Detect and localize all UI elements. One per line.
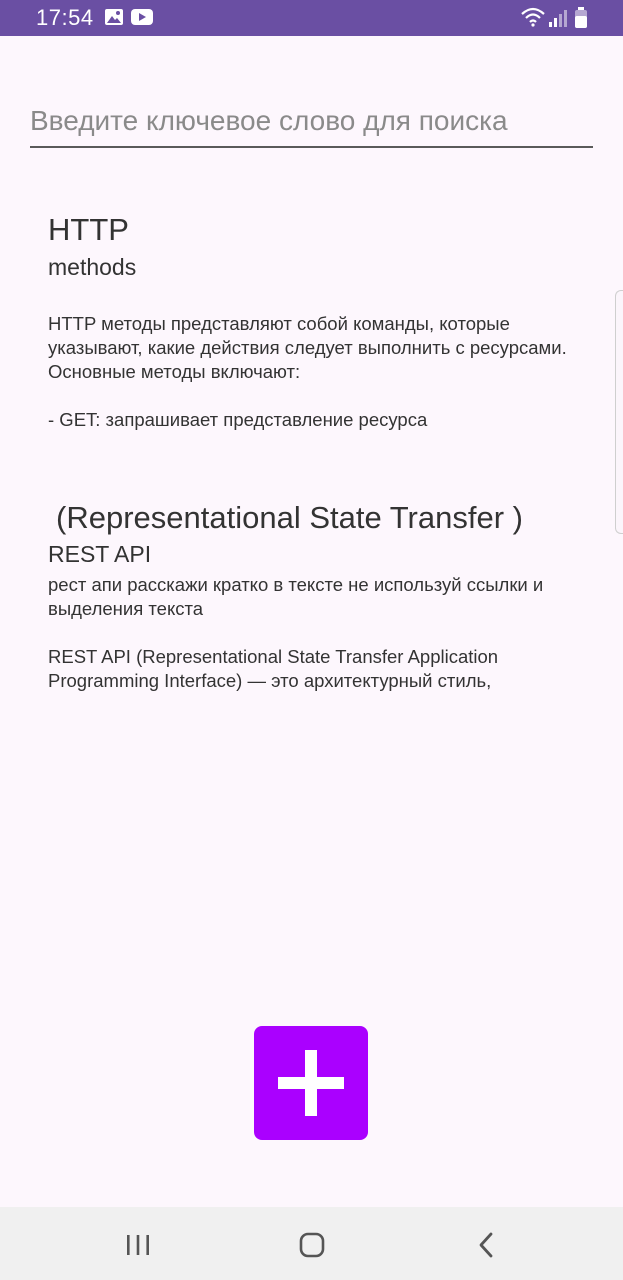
navigation-bar	[0, 1207, 623, 1280]
note-subtitle: methods	[48, 254, 137, 280]
note-item[interactable]: (Representational State Transfer ) REST …	[48, 500, 568, 693]
home-icon	[299, 1232, 325, 1258]
search-field[interactable]	[30, 96, 593, 148]
search-input[interactable]	[30, 96, 593, 146]
recents-button[interactable]	[118, 1225, 158, 1265]
back-icon	[479, 1232, 493, 1258]
gallery-icon	[104, 8, 124, 31]
note-subtitle: REST API	[48, 541, 152, 567]
note-title: HTTP	[48, 212, 129, 247]
plus-icon	[278, 1050, 344, 1116]
status-bar: 17:54	[0, 0, 623, 36]
add-note-button[interactable]	[254, 1026, 368, 1140]
recents-icon	[127, 1235, 149, 1255]
note-item[interactable]: HTTP methods HTTP методы представляют со…	[48, 212, 568, 432]
note-title: (Representational State Transfer )	[56, 500, 523, 535]
status-time: 17:54	[36, 5, 94, 30]
battery-icon	[574, 7, 588, 34]
back-button[interactable]	[466, 1225, 506, 1265]
note-body: рест апи расскажи кратко в тексте не исп…	[48, 574, 544, 691]
edge-panel-handle[interactable]	[615, 290, 623, 534]
note-body: HTTP методы представляют собой команды, …	[48, 313, 567, 430]
signal-icon	[548, 8, 568, 33]
youtube-icon	[130, 8, 154, 31]
home-button[interactable]	[292, 1225, 332, 1265]
wifi-icon	[520, 6, 546, 33]
